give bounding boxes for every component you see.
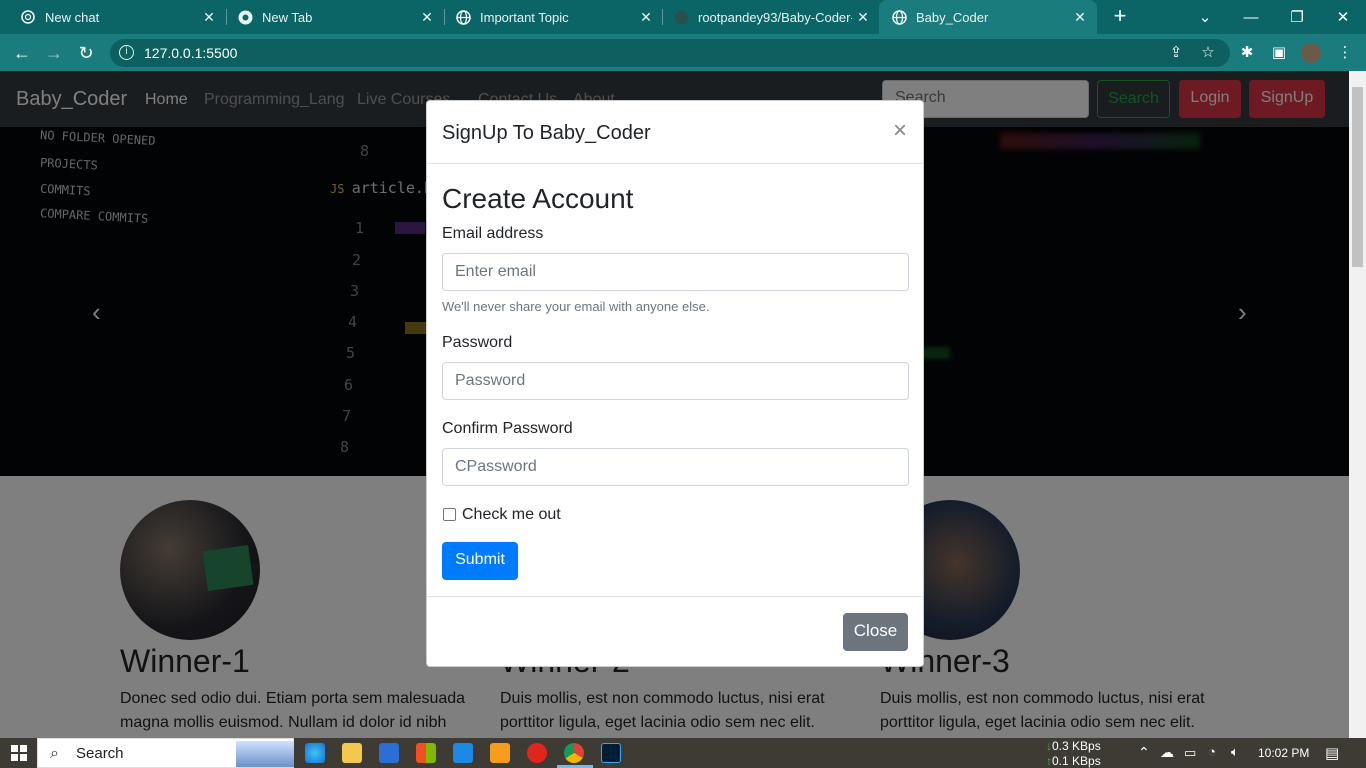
- battery-icon[interactable]: ▭: [1184, 745, 1196, 761]
- email-label: Email address: [442, 225, 544, 242]
- url-text: 127.0.0.1:5500: [144, 45, 238, 61]
- sublime-icon[interactable]: [490, 743, 510, 763]
- windows-start-icon[interactable]: [11, 745, 27, 761]
- browser-tab[interactable]: New Tab ✕: [217, 0, 444, 34]
- search-highlight-image: [236, 741, 294, 767]
- windows-taskbar: ⌕ Search ↓0.3 KBps ↑0.1 KBps ⌃ ☁ ▭ ◔ 🔈︎ …: [0, 738, 1366, 768]
- restore-icon[interactable]: ❐: [1274, 0, 1320, 34]
- volume-icon[interactable]: 🔈︎: [1231, 744, 1239, 760]
- check-me-out-label[interactable]: Check me out: [462, 506, 561, 524]
- minimize-icon[interactable]: —: [1228, 0, 1274, 34]
- confirm-password-field[interactable]: CPassword: [442, 448, 909, 486]
- browser-tab[interactable]: Important Topic ✕: [435, 0, 663, 34]
- tab-search-icon[interactable]: ⌄: [1182, 0, 1228, 34]
- browser-tab[interactable]: New chat ✕: [0, 0, 226, 34]
- file-explorer-icon[interactable]: [342, 743, 362, 763]
- globe-icon: [455, 9, 471, 25]
- browser-toolbar: ← → ↻ i 127.0.0.1:5500 ⇪ ☆ ✱ ▣ ⋮: [0, 34, 1366, 71]
- net-upload: ↑0.1 KBps: [1046, 754, 1101, 768]
- extensions-icon[interactable]: ✱: [1237, 43, 1257, 63]
- side-panel-icon[interactable]: ▣: [1269, 43, 1289, 63]
- check-me-out-checkbox[interactable]: [443, 508, 456, 521]
- taskbar-search-box[interactable]: ⌕ Search: [37, 738, 294, 768]
- tab-title: Baby_Coder: [916, 9, 989, 25]
- browser-tab-strip: New chat ✕ New Tab ✕ Important Topic ✕ r…: [0, 0, 1366, 34]
- page-scrollbar[interactable]: [1349, 71, 1366, 738]
- chrome-icon: [237, 9, 253, 25]
- photoshop-icon[interactable]: [601, 743, 621, 763]
- globe-icon: [891, 9, 907, 25]
- github-icon: [673, 9, 689, 25]
- signup-modal: SignUp To Baby_Coder × Create Account Em…: [426, 100, 924, 667]
- email-help-text: We'll never share your email with anyone…: [442, 299, 710, 314]
- tab-title: New Tab: [262, 9, 313, 25]
- modal-header-divider: [427, 163, 923, 164]
- address-bar[interactable]: i 127.0.0.1:5500: [110, 39, 1230, 67]
- password-field[interactable]: Password: [442, 362, 909, 400]
- modal-title: SignUp To Baby_Coder: [442, 122, 651, 144]
- onedrive-icon[interactable]: ☁: [1160, 744, 1174, 761]
- wifi-icon[interactable]: ◔: [1208, 744, 1216, 759]
- search-icon: ⌕: [50, 745, 59, 762]
- menu-icon[interactable]: ⋮: [1335, 43, 1355, 63]
- tab-title: rootpandey93/Baby-Coder-E: [698, 9, 852, 25]
- chevron-up-icon[interactable]: ⌃: [1138, 744, 1150, 761]
- modal-close-icon[interactable]: ×: [890, 117, 910, 145]
- new-tab-icon[interactable]: +: [1108, 5, 1132, 29]
- vscode-icon[interactable]: [453, 743, 473, 763]
- store-icon[interactable]: [416, 743, 436, 763]
- back-icon[interactable]: ←: [9, 40, 35, 66]
- close-button[interactable]: Close: [843, 613, 908, 651]
- submit-button[interactable]: Submit: [442, 542, 518, 580]
- browser-tab-active[interactable]: Baby_Coder ✕: [879, 0, 1097, 34]
- browser-tab[interactable]: rootpandey93/Baby-Coder-E ✕: [653, 0, 880, 34]
- edge-icon[interactable]: [305, 743, 325, 763]
- net-download: ↓0.3 KBps: [1046, 739, 1101, 753]
- close-window-icon[interactable]: ✕: [1320, 0, 1366, 34]
- profile-avatar[interactable]: [1301, 43, 1321, 63]
- reload-icon[interactable]: ↻: [73, 40, 99, 66]
- tab-title: Important Topic: [480, 9, 569, 25]
- chrome-taskbar-icon[interactable]: [564, 743, 584, 763]
- clock[interactable]: 10:02 PM: [1258, 746, 1309, 760]
- openai-icon: [20, 9, 36, 25]
- star-icon[interactable]: ☆: [1198, 43, 1218, 63]
- close-tab-icon[interactable]: ✕: [852, 9, 874, 26]
- mail-icon[interactable]: [379, 743, 399, 763]
- share-icon[interactable]: ⇪: [1166, 43, 1186, 63]
- close-tab-icon[interactable]: ✕: [1069, 9, 1091, 26]
- forward-icon[interactable]: →: [41, 40, 67, 66]
- notifications-icon[interactable]: ▤: [1325, 744, 1339, 762]
- password-label: Password: [442, 334, 513, 351]
- opera-icon[interactable]: [527, 743, 547, 763]
- modal-footer-divider: [427, 596, 923, 597]
- taskbar-search-text: Search: [76, 745, 124, 762]
- form-heading: Create Account: [442, 183, 634, 214]
- tab-title: New chat: [45, 9, 100, 25]
- confirm-password-label: Confirm Password: [442, 420, 573, 437]
- email-field[interactable]: Enter email: [442, 253, 909, 291]
- scrollbar-thumb[interactable]: [1352, 87, 1363, 267]
- site-info-icon[interactable]: i: [119, 45, 134, 60]
